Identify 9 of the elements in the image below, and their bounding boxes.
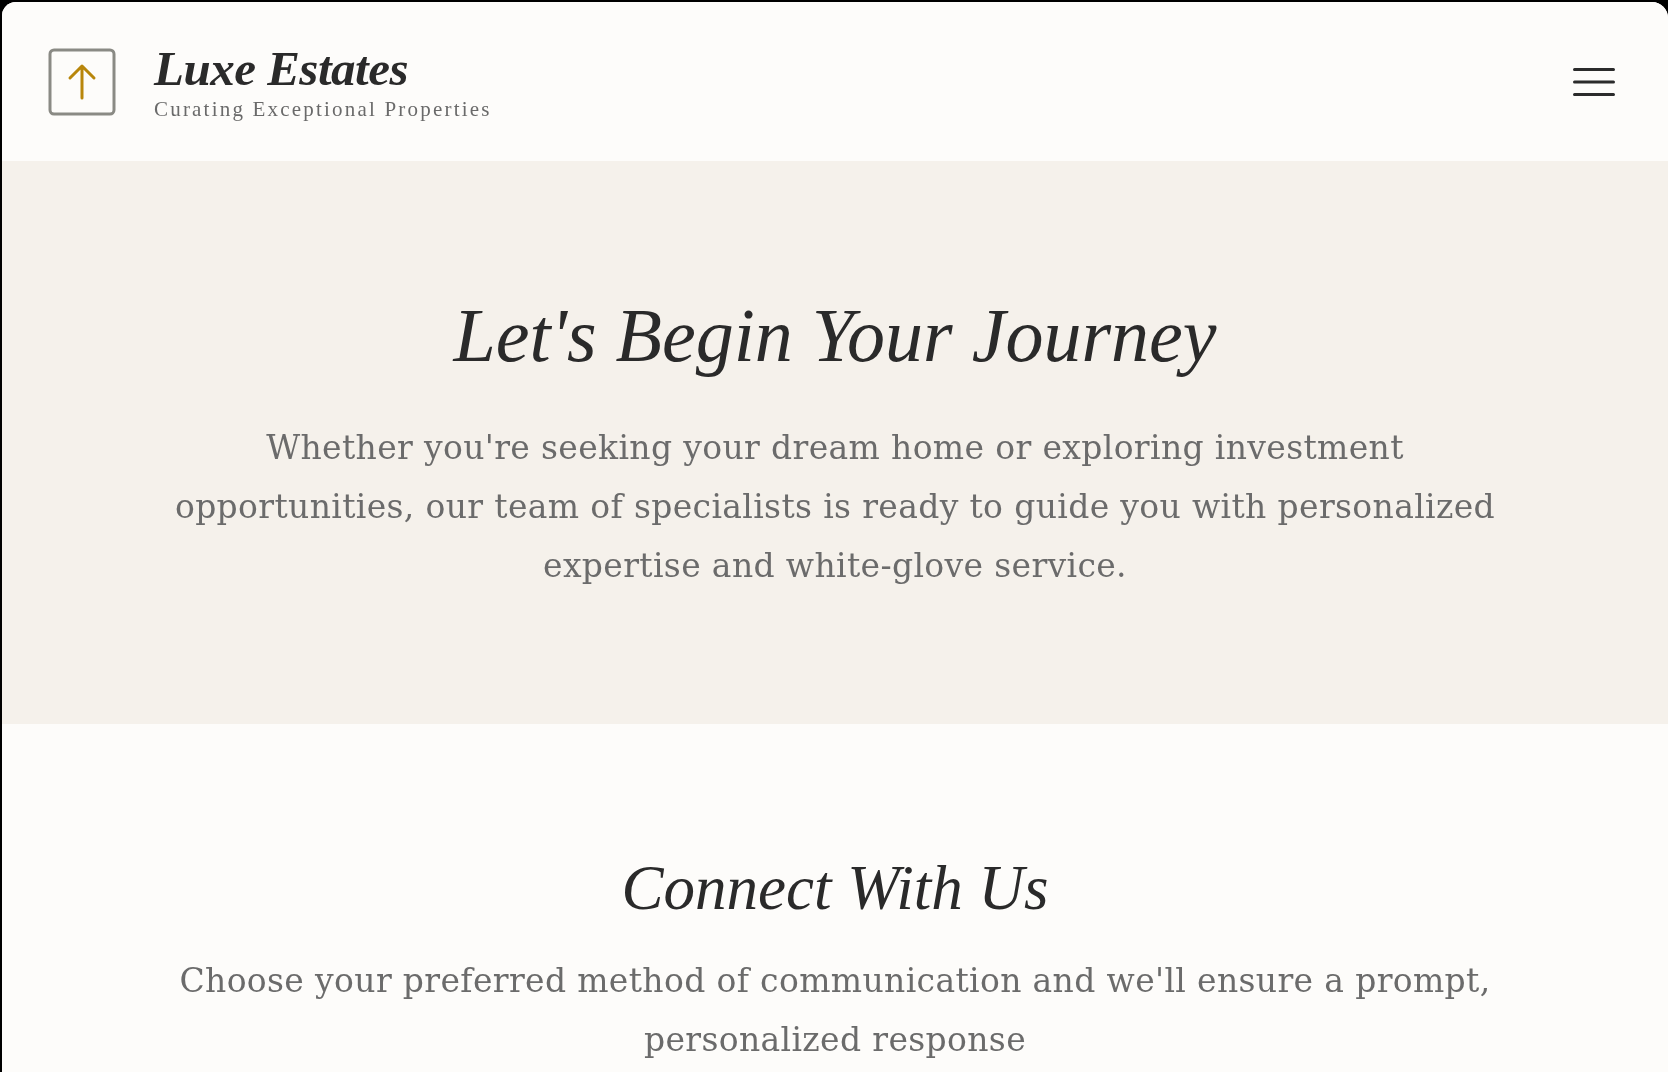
- menu-icon: [1573, 67, 1615, 96]
- hero-heading: Let's Begin Your Journey: [453, 292, 1217, 379]
- hero-paragraph: Whether you're seeking your dream home or exploring investment opportunities, our team of specialists is ready to guide you with personalized expertise and white-glove service.: [173, 427, 1497, 588]
- brand-tagline: Curating Exceptional Properties: [154, 97, 492, 123]
- section-paragraph: Choose your preferred method of communication and we'll ensure a prompt, personalized response: [178, 959, 1492, 1061]
- menu-button[interactable]: [1573, 67, 1615, 96]
- brand-name: Luxe Estates: [154, 42, 409, 95]
- section-heading: Connect With Us: [621, 852, 1049, 925]
- up-arrow-box-icon: [48, 47, 116, 116]
